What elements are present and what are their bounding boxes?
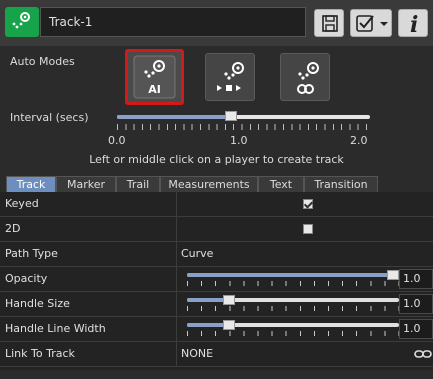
track-icon [12,12,30,29]
handle-line-width-slider[interactable] [187,320,399,330]
interval-ticks [117,124,370,130]
property-name: Path Type [5,247,58,260]
opacity-value-field[interactable]: 1.0 [399,269,433,289]
handle-size-value-field[interactable]: 1.0 [399,294,433,314]
checkbox-icon [356,15,374,32]
property-row-link-to-track: Link To Track NONE [0,342,433,367]
auto-mode-link-button[interactable] [280,53,330,101]
check-dropdown-button[interactable] [350,9,392,37]
property-name: Opacity [5,272,48,285]
interval-slider-fill [117,115,231,119]
handle-size-slider-thumb[interactable] [223,295,236,305]
interval-tick-min: 0.0 [108,134,126,147]
property-name: 2D [5,222,21,235]
property-value-cell [176,217,433,241]
tab-text[interactable]: Text [258,176,304,192]
bottom-strip [0,370,433,379]
link-track-icon [297,62,319,94]
property-value-cell: 1.0 [176,317,433,341]
ai-label: AI [148,83,161,96]
property-name: Link To Track [5,347,75,360]
tab-measurements[interactable]: Measurements [160,176,258,192]
keyed-checkbox[interactable] [303,199,313,209]
chevron-down-icon [380,22,388,26]
property-row-handle-size: Handle Size 1.0 [0,292,433,317]
property-value-cell: NONE [176,342,433,366]
handle-line-width-value-field[interactable]: 1.0 [399,319,433,339]
auto-modes-label: Auto Modes [10,55,75,68]
auto-mode-ai-button[interactable]: AI [125,49,184,105]
chain-link-icon [414,350,432,358]
tab-transition[interactable]: Transition [304,176,378,192]
property-row-opacity: Opacity 1.0 [0,267,433,292]
hint-text: Left or middle click on a player to crea… [89,153,344,166]
property-value-cell: 1.0 [176,292,433,316]
interval-tick-mid: 1.0 [230,134,248,147]
tab-track[interactable]: Track [6,176,56,192]
path-type-select[interactable]: Curve [176,242,433,266]
property-name: Handle Size [5,297,70,310]
player-track-icon [217,62,244,91]
track-type-button[interactable] [5,7,39,37]
interval-slider[interactable] [117,115,370,119]
info-glyph: i [410,12,418,38]
property-row-keyed: Keyed [0,192,433,217]
handle-line-width-slider-thumb[interactable] [223,320,236,330]
property-name: Handle Line Width [5,322,106,335]
opacity-ticks [187,281,399,286]
2d-checkbox[interactable] [303,224,313,234]
property-value-cell [176,192,433,216]
handle-size-slider[interactable] [187,295,399,305]
property-table: Keyed 2D Path Type Curve Opacity 1.0 Han… [0,192,433,370]
interval-tick-max: 2.0 [350,134,368,147]
interval-label: Interval (secs) [10,111,89,124]
track-name-field[interactable]: Track-1 [40,7,306,37]
link-to-track-button[interactable] [414,346,432,362]
opacity-slider[interactable] [187,270,399,280]
property-row-handle-line-width: Handle Line Width 1.0 [0,317,433,342]
save-button[interactable] [314,9,344,37]
handle-size-ticks [187,306,399,311]
save-icon [322,15,338,32]
auto-mode-player-button[interactable] [205,53,255,101]
opacity-slider-thumb[interactable] [387,270,399,280]
handle-line-width-ticks [187,331,399,336]
property-value-cell: 1.0 [176,267,433,291]
tab-trail[interactable]: Trail [116,176,160,192]
interval-slider-thumb[interactable] [224,111,237,121]
opacity-slider-fill [187,273,399,277]
property-name: Keyed [5,197,39,210]
info-icon: i [410,12,418,38]
property-row-path-type: Path Type Curve [0,242,433,267]
property-row-2d: 2D [0,217,433,242]
link-to-track-value: NONE [181,347,214,360]
tab-marker[interactable]: Marker [56,176,116,192]
path-type-value: Curve [181,247,214,260]
info-button[interactable]: i [398,9,428,38]
